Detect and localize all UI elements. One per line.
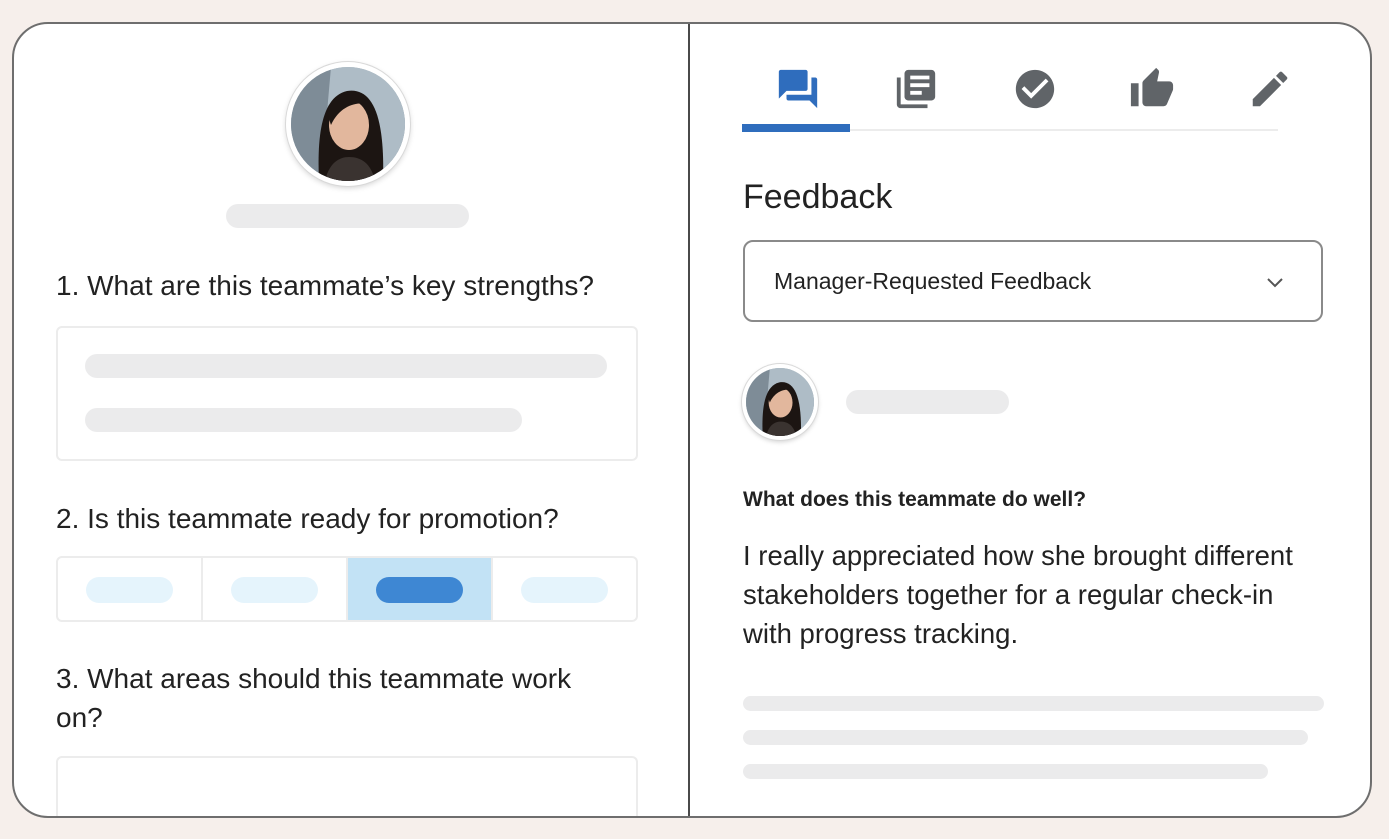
dropdown-selected-value: Manager-Requested Feedback: [774, 267, 1092, 294]
option-label-placeholder: [231, 577, 318, 603]
pencil-icon: [1252, 71, 1288, 107]
chevron-down-icon: [1267, 278, 1283, 288]
text-placeholder-line: [743, 696, 1324, 711]
promotion-scale: [56, 556, 638, 622]
thumbs-up-icon: [1130, 67, 1174, 107]
feedback-answer: I really appreciated how she brought dif…: [743, 540, 1293, 649]
forum-icon: [778, 69, 818, 109]
check-circle-icon: [1015, 69, 1055, 109]
strengths-text-field[interactable]: [56, 326, 638, 461]
tab-goals[interactable]: [1005, 64, 1065, 114]
promotion-option[interactable]: [203, 558, 348, 620]
section-heading: Feedback: [743, 178, 893, 216]
feedback-card: 1. What are this teammate’s key strength…: [12, 22, 1372, 818]
teammate-avatar: [286, 62, 410, 186]
promotion-option[interactable]: [493, 558, 636, 620]
reviewer-name-placeholder: [846, 390, 1009, 414]
avatar-photo: [746, 368, 814, 436]
reviewer-avatar: [742, 364, 818, 440]
text-placeholder-line: [85, 354, 607, 378]
tab-feedback[interactable]: [768, 64, 828, 114]
text-placeholder-line: [743, 730, 1308, 745]
text-placeholder-line: [743, 764, 1268, 779]
document-list-icon: [896, 69, 936, 109]
tab-notes[interactable]: [886, 64, 946, 114]
active-tab-indicator: [742, 124, 850, 132]
option-label-placeholder: [376, 577, 463, 603]
panel-divider: [688, 24, 690, 816]
text-placeholder-line: [85, 408, 522, 432]
question-1: 1. What are this teammate’s key strength…: [56, 270, 594, 301]
improvement-text-field[interactable]: [56, 756, 638, 816]
option-label-placeholder: [86, 577, 173, 603]
question-2: 2. Is this teammate ready for promotion?: [56, 503, 559, 534]
tab-edit[interactable]: [1240, 64, 1300, 114]
promotion-option[interactable]: [58, 558, 203, 620]
question-3: 3. What areas should this teammate work …: [56, 663, 572, 733]
feedback-question: What does this teammate do well?: [743, 488, 1087, 511]
promotion-option-selected[interactable]: [348, 558, 493, 620]
name-placeholder: [226, 204, 469, 228]
tab-praise[interactable]: [1122, 64, 1182, 114]
option-label-placeholder: [521, 577, 608, 603]
feedback-type-dropdown[interactable]: Manager-Requested Feedback: [743, 240, 1323, 322]
avatar-photo: [291, 67, 405, 181]
